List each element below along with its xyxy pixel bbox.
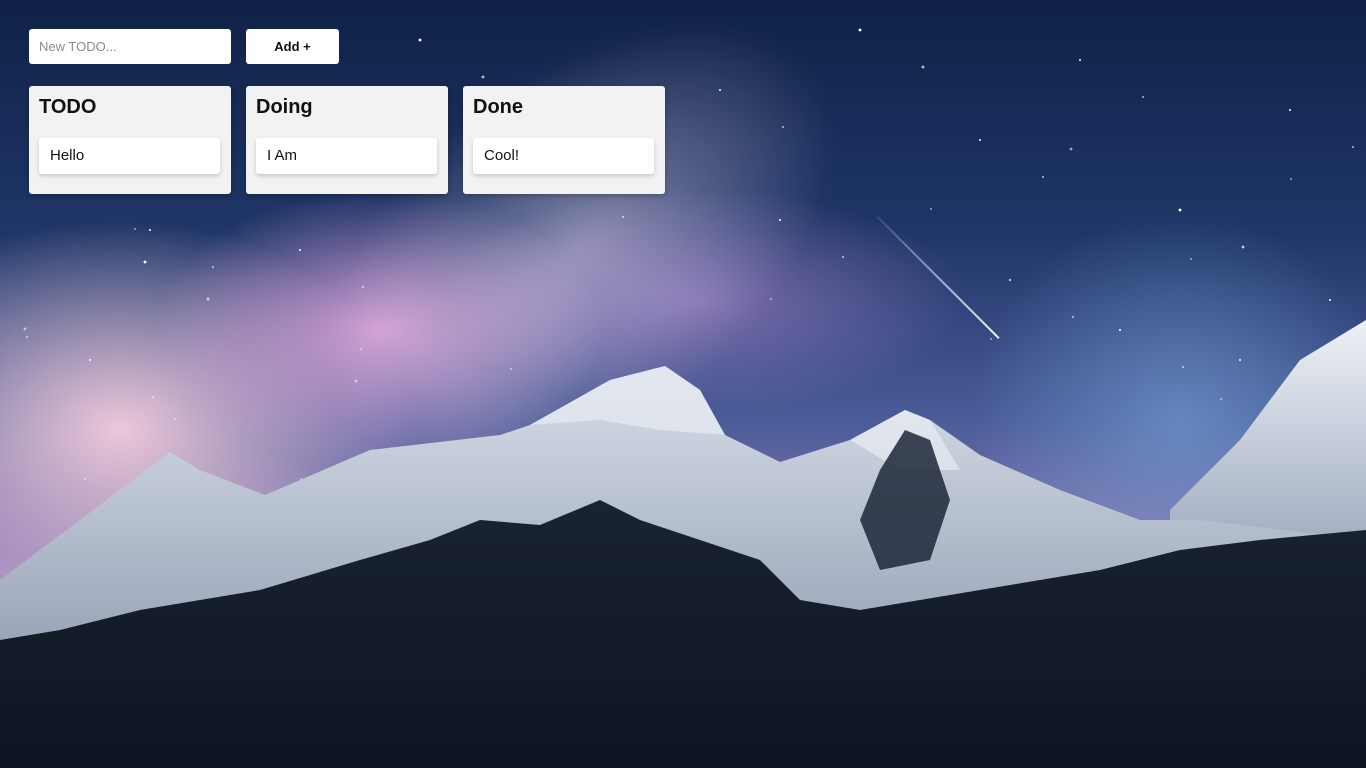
todo-app: Add + TODO Hello Doing I Am Done Cool! [0, 0, 1366, 768]
todo-card[interactable]: Cool! [473, 138, 654, 174]
column-title: Doing [256, 96, 313, 118]
add-button[interactable]: Add + [246, 29, 339, 64]
todo-card[interactable]: Hello [39, 138, 220, 174]
column-title: Done [473, 96, 523, 118]
todo-card[interactable]: I Am [256, 138, 437, 174]
column-todo[interactable]: TODO Hello [29, 86, 231, 194]
column-title: TODO [39, 96, 97, 118]
column-doing[interactable]: Doing I Am [246, 86, 448, 194]
new-todo-input[interactable] [29, 29, 231, 64]
column-done[interactable]: Done Cool! [463, 86, 665, 194]
